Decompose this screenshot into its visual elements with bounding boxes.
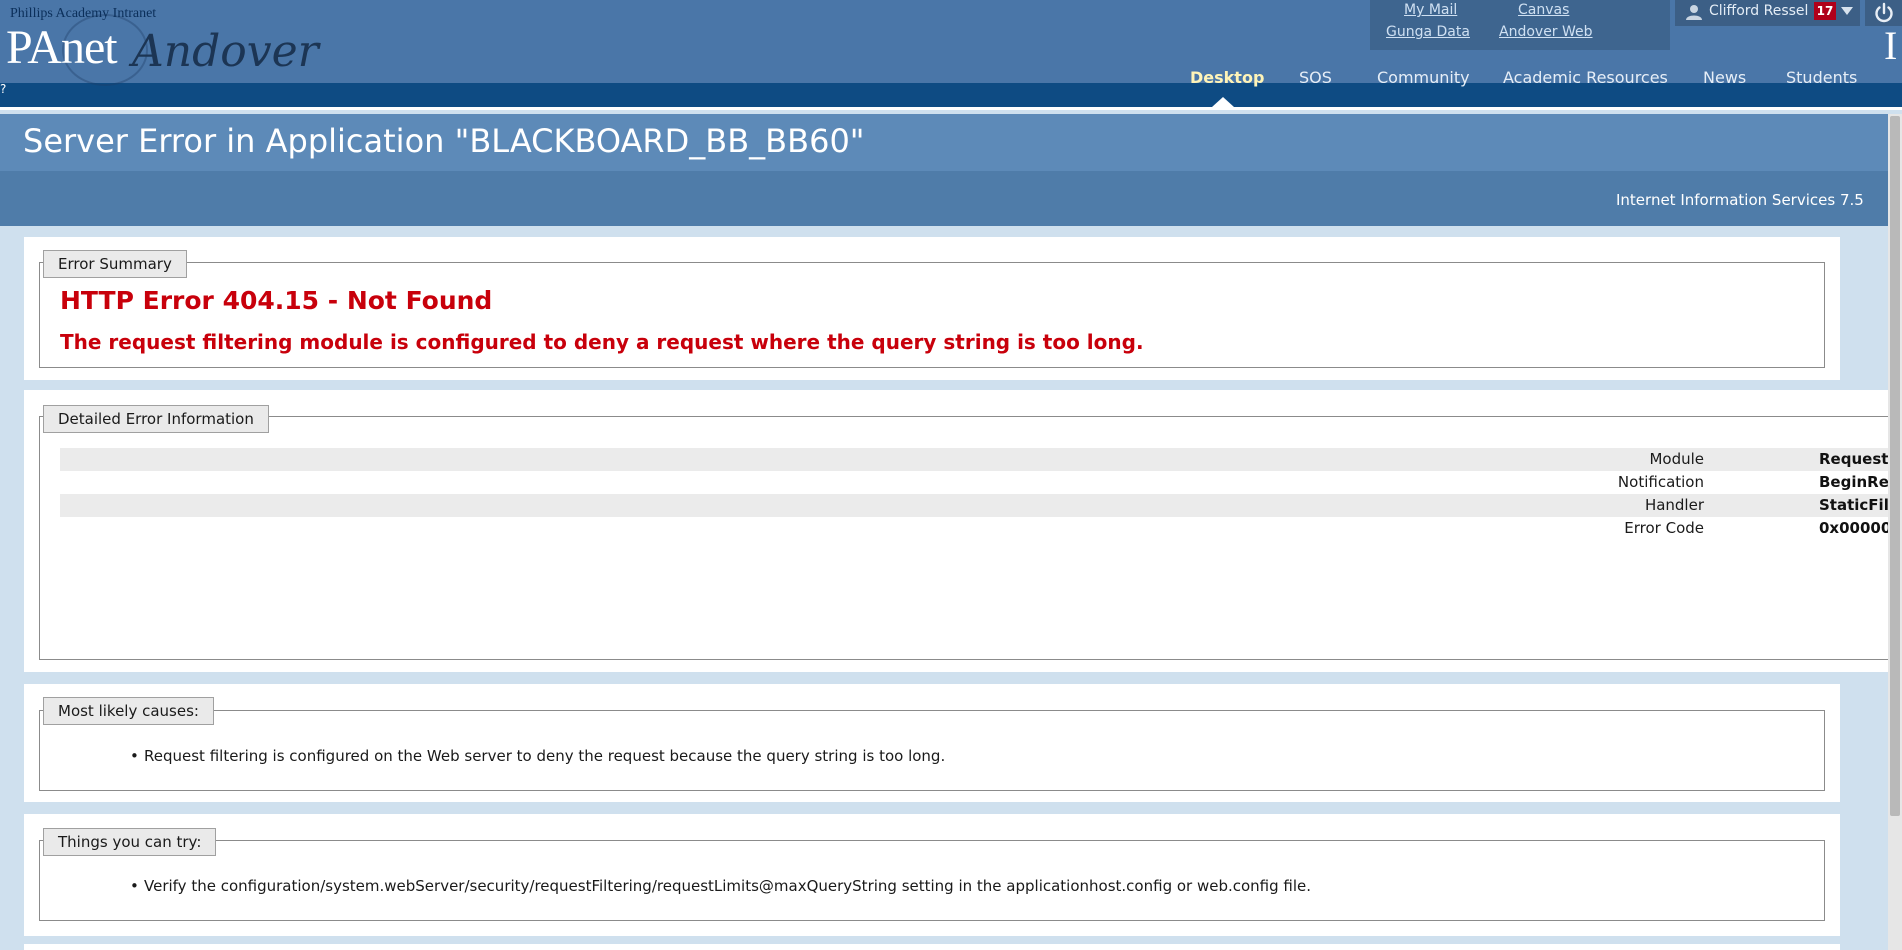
detail-value: RequestF <box>1819 450 1899 468</box>
user-name: Clifford Ressel <box>1709 3 1809 19</box>
cause-item: Request filtering is configured on the W… <box>130 747 945 765</box>
detail-label: Module <box>1649 450 1704 468</box>
try-legend: Things you can try: <box>43 828 217 856</box>
nav-community[interactable]: Community <box>1377 68 1470 87</box>
error-heading: HTTP Error 404.15 - Not Found <box>60 286 493 315</box>
user-menu[interactable]: Clifford Ressel 17 <box>1675 0 1860 26</box>
nav-sos[interactable]: SOS <box>1299 68 1332 87</box>
nav-news[interactable]: News <box>1703 68 1746 87</box>
andover-logo-script: Andover <box>132 26 319 77</box>
page-title: Server Error in Application "BLACKBOARD_… <box>23 122 865 160</box>
header-edge-glyph: I <box>1884 23 1898 68</box>
nav-academic-resources[interactable]: Academic Resources <box>1503 68 1668 87</box>
causes-legend: Most likely causes: <box>43 697 214 725</box>
detail-label: Notification <box>1617 473 1704 491</box>
detail-label: Error Code <box>1624 519 1704 537</box>
power-icon <box>1875 2 1893 23</box>
detail-row-error-code: Error Code 0x000000 <box>60 517 1901 540</box>
my-mail-link[interactable]: My Mail <box>1404 2 1457 18</box>
server-info-bar <box>0 171 1888 226</box>
detail-label: Handler <box>1644 496 1704 514</box>
chevron-down-icon[interactable] <box>1841 7 1853 15</box>
active-nav-pointer <box>1212 97 1234 107</box>
user-avatar-icon <box>1686 5 1702 20</box>
detail-row-module: Module RequestF <box>60 448 1899 471</box>
gunga-data-link[interactable]: Gunga Data <box>1386 24 1470 40</box>
detail-value: StaticFile <box>1819 496 1900 514</box>
header-divider <box>0 107 1902 110</box>
next-panel <box>24 944 1840 950</box>
error-summary-legend: Error Summary <box>43 250 187 278</box>
nav-students[interactable]: Students <box>1786 68 1857 87</box>
andover-web-link[interactable]: Andover Web <box>1499 24 1593 40</box>
try-item: Verify the configuration/system.webServe… <box>130 877 1311 895</box>
server-version: Internet Information Services 7.5 <box>1616 191 1864 209</box>
error-message: The request filtering module is configur… <box>60 330 1144 354</box>
detail-row-handler: Handler StaticFile <box>60 494 1899 517</box>
notification-badge[interactable]: 17 <box>1814 2 1836 20</box>
panet-logo[interactable]: PAnet <box>6 18 118 78</box>
quicklinks-panel: My Mail Canvas Gunga Data Andover Web <box>1370 0 1670 50</box>
detail-row-notification: Notification BeginReq <box>60 471 1900 494</box>
details-legend: Detailed Error Information <box>43 405 269 433</box>
canvas-link[interactable]: Canvas <box>1518 2 1569 18</box>
scrollbar-thumb[interactable] <box>1890 116 1900 816</box>
help-icon[interactable]: ? <box>0 82 6 96</box>
vertical-scrollbar[interactable] <box>1888 114 1902 950</box>
nav-desktop[interactable]: Desktop <box>1190 68 1264 87</box>
